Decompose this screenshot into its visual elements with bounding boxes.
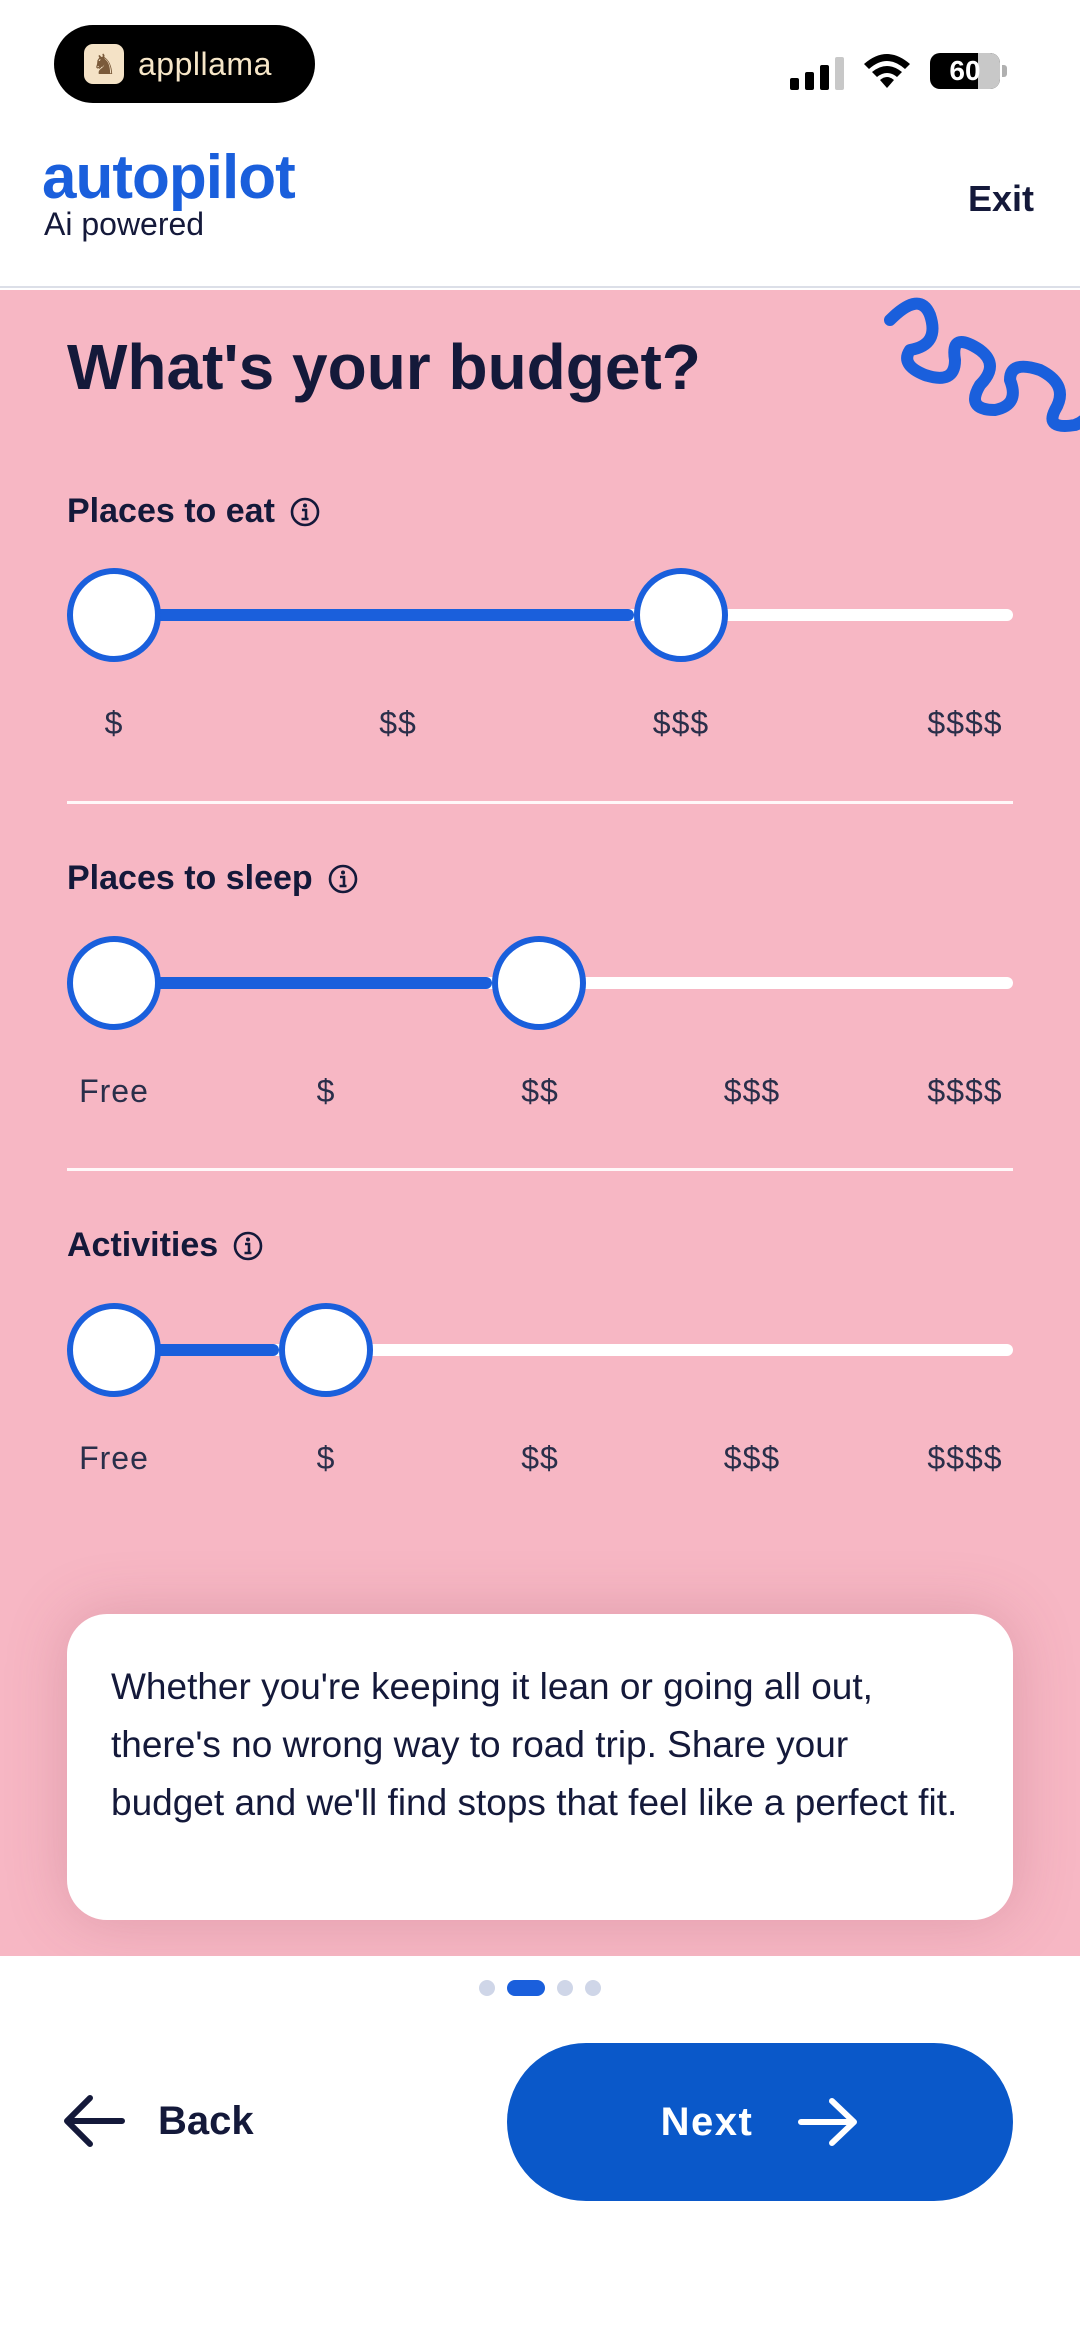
- sleep-tick: $$$$: [927, 1073, 1003, 1109]
- sleep-min-handle[interactable]: [67, 936, 161, 1030]
- brand-logo: autopilot: [42, 143, 296, 212]
- exit-button[interactable]: Exit: [968, 178, 1034, 220]
- section-divider: [67, 801, 1013, 804]
- page-dot: [585, 1980, 601, 1996]
- arrow-left-icon: [64, 2095, 125, 2147]
- sleep-range-slider[interactable]: [67, 936, 1013, 1030]
- eat-range-slider[interactable]: [67, 568, 1013, 662]
- next-label: Next: [660, 2099, 754, 2144]
- page-title: What's your budget?: [67, 331, 701, 403]
- activities-min-handle[interactable]: [67, 1303, 161, 1397]
- eat-tick: $$$: [652, 705, 710, 741]
- budget-info-text: Whether you're keeping it lean or going …: [111, 1666, 958, 1823]
- battery-icon: 60: [930, 53, 1007, 89]
- app-pill-label: appllama: [138, 45, 272, 82]
- activities-slider-title: Activities: [67, 1226, 219, 1264]
- section-divider: [67, 1168, 1013, 1171]
- info-icon[interactable]: [232, 1230, 264, 1262]
- wifi-icon: [864, 54, 910, 88]
- sleep-tick: $$: [521, 1073, 559, 1109]
- app-header: autopilot Ai powered Exit: [0, 130, 1080, 288]
- cellular-signal-icon: [790, 56, 844, 90]
- info-icon[interactable]: [327, 863, 359, 895]
- activities-slider-label: Activities: [67, 1226, 264, 1265]
- activities-range-slider[interactable]: [67, 1303, 1013, 1397]
- eat-tick: $: [104, 705, 124, 741]
- app-pill[interactable]: ♞ appllama: [54, 25, 315, 103]
- eat-max-handle[interactable]: [634, 568, 728, 662]
- activities-tick: $$: [521, 1440, 559, 1476]
- budget-info-card: Whether you're keeping it lean or going …: [67, 1614, 1013, 1920]
- next-button[interactable]: Next: [507, 2043, 1013, 2201]
- page-dot: [557, 1980, 573, 1996]
- llama-logo-icon: ♞: [84, 44, 124, 84]
- sleep-tick: $$$: [723, 1073, 781, 1109]
- back-button[interactable]: Back: [62, 2085, 254, 2157]
- battery-level: 60: [949, 55, 981, 86]
- activities-tick: $: [316, 1440, 336, 1476]
- eat-tick: $$: [379, 705, 417, 741]
- activities-tick: $$$: [723, 1440, 781, 1476]
- pagination-dots: [0, 1980, 1080, 1996]
- arrow-right-icon: [798, 2098, 858, 2146]
- activities-max-handle[interactable]: [279, 1303, 373, 1397]
- page-dot: [479, 1980, 495, 1996]
- sleep-max-handle[interactable]: [492, 936, 586, 1030]
- sleep-tick: $: [316, 1073, 336, 1109]
- squiggle-decoration-icon: [884, 297, 1080, 432]
- sleep-slider-label: Places to sleep: [67, 859, 359, 898]
- eat-tick: $$$$: [927, 705, 1003, 741]
- eat-slider-label: Places to eat: [67, 492, 321, 531]
- budget-panel: What's your budget? Places to eat $ $$ $…: [0, 290, 1080, 1956]
- status-bar: ♞ appllama 60: [0, 0, 1080, 130]
- sleep-slider-title: Places to sleep: [67, 859, 313, 897]
- brand-subtitle: Ai powered: [44, 206, 205, 242]
- eat-min-handle[interactable]: [67, 568, 161, 662]
- activities-tick: Free: [79, 1440, 149, 1476]
- info-icon[interactable]: [289, 496, 321, 528]
- eat-slider-title: Places to eat: [67, 492, 275, 530]
- back-label: Back: [158, 2098, 254, 2143]
- sleep-tick: Free: [79, 1073, 149, 1109]
- page-dot-active: [507, 1980, 545, 1996]
- activities-tick: $$$$: [927, 1440, 1003, 1476]
